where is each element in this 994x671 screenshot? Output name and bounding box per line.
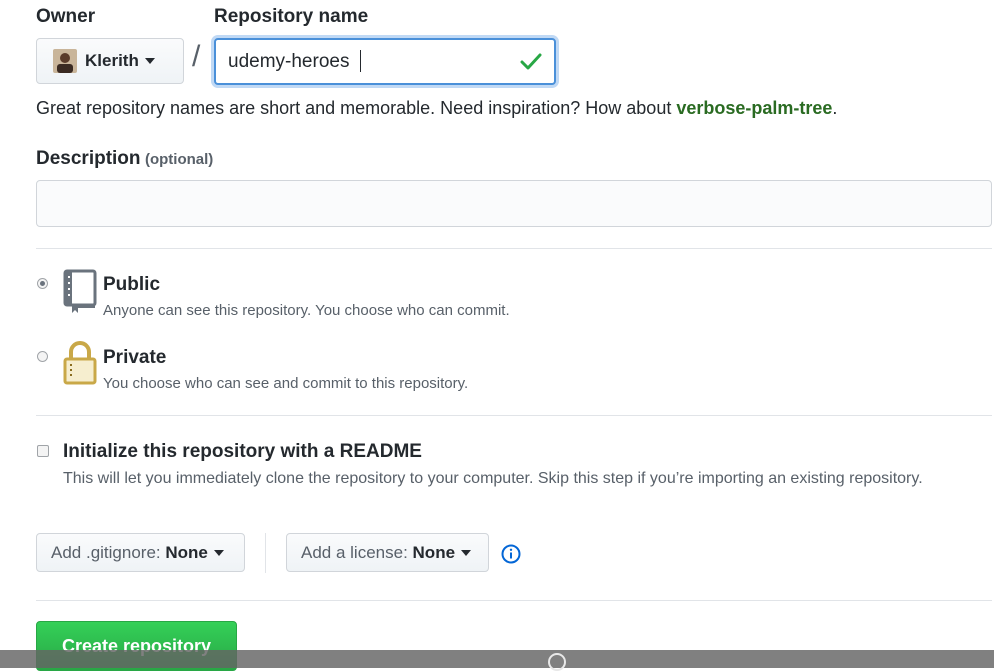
- readme-desc: This will let you immediately clone the …: [63, 470, 923, 487]
- info-icon[interactable]: [501, 544, 521, 569]
- description-label: Description: [36, 148, 141, 169]
- repo-name-value: udemy-heroes: [228, 51, 350, 72]
- license-dropdown[interactable]: Add a license: None: [286, 533, 489, 572]
- readme-checkbox[interactable]: [37, 445, 49, 457]
- hint-end: .: [832, 98, 838, 118]
- text-cursor: [360, 50, 361, 72]
- suggestion-link[interactable]: verbose-palm-tree: [676, 98, 832, 118]
- chevron-down-icon: [461, 549, 472, 556]
- description-input[interactable]: [36, 180, 992, 227]
- public-desc: Anyone can see this repository. You choo…: [103, 302, 510, 319]
- gitignore-value: None: [165, 542, 208, 562]
- owner-name: Klerith: [85, 51, 139, 70]
- gitignore-label: Add .gitignore:: [51, 542, 161, 562]
- lock-icon: [62, 340, 98, 391]
- private-title: Private: [103, 347, 167, 368]
- dropdown-divider: [265, 533, 266, 573]
- repo-name-label: Repository name: [214, 6, 369, 27]
- check-icon: [520, 52, 542, 77]
- overlay-circle-icon: [548, 653, 566, 671]
- chevron-down-icon: [144, 58, 155, 64]
- chevron-down-icon: [213, 549, 224, 556]
- divider: [36, 415, 992, 416]
- path-separator: /: [192, 40, 201, 73]
- owner-dropdown[interactable]: Klerith: [36, 38, 184, 84]
- description-label-row: Description (optional): [36, 148, 213, 170]
- overlay-bar: [0, 650, 994, 671]
- repo-name-hint: Great repository names are short and mem…: [36, 98, 837, 119]
- license-value: None: [412, 542, 456, 562]
- private-desc: You choose who can see and commit to thi…: [103, 375, 469, 392]
- divider: [36, 248, 992, 249]
- readme-title[interactable]: Initialize this repository with a README: [63, 441, 422, 463]
- avatar: [53, 49, 77, 73]
- optional-label: (optional): [144, 151, 214, 168]
- private-radio[interactable]: [37, 351, 48, 362]
- gitignore-dropdown[interactable]: Add .gitignore: None: [36, 533, 245, 572]
- public-radio[interactable]: [37, 278, 48, 289]
- license-label: Add a license:: [301, 542, 408, 562]
- public-title: Public: [103, 274, 161, 295]
- divider: [36, 600, 992, 601]
- owner-label: Owner: [36, 6, 96, 27]
- repo-icon: [62, 268, 98, 319]
- hint-text: Great repository names are short and mem…: [36, 98, 677, 118]
- repo-name-input[interactable]: udemy-heroes: [214, 38, 556, 85]
